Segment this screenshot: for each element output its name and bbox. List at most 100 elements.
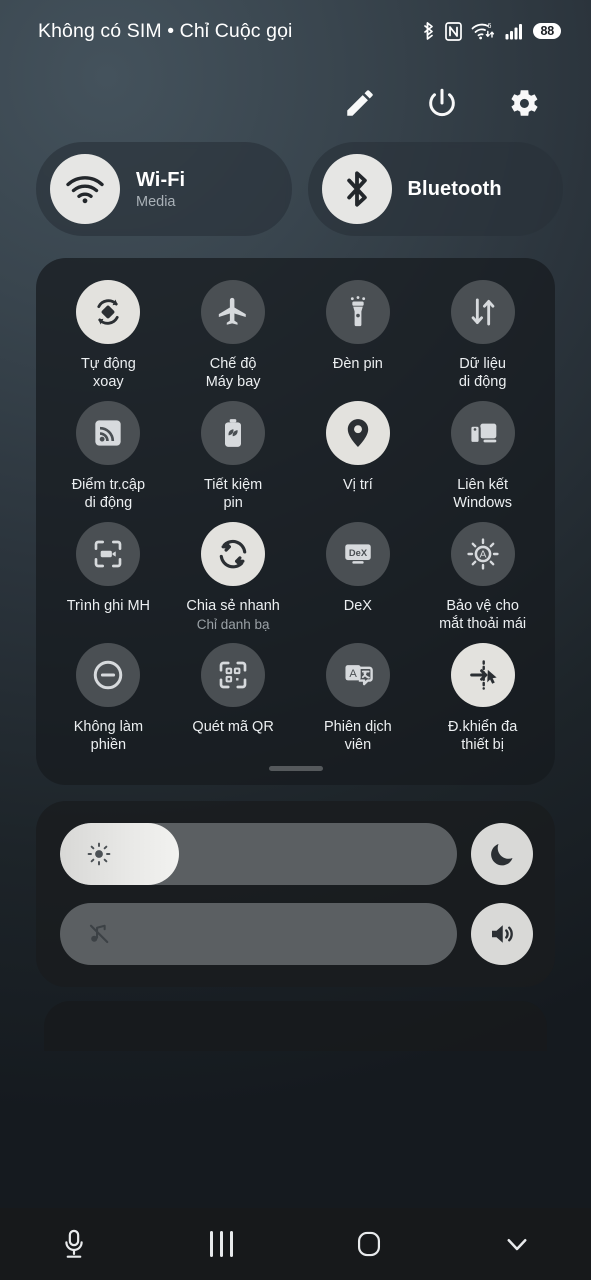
volume-slider[interactable] [60,903,457,965]
nfc-icon [445,21,463,41]
battery-saver-icon [225,419,242,447]
tile-location[interactable]: Vị trí [296,401,421,522]
tile-label: Điểm tr.cập di động [71,477,146,511]
tile-icon-circle: A [450,522,515,586]
carrier-label: Không có SIM • Chỉ Cuộc gọi [38,19,293,42]
tile-icon-circle [325,280,390,344]
svg-text:A: A [479,550,486,561]
tile-dex[interactable]: DeX DeX [296,522,421,643]
tile-scan-qr-code[interactable]: Quét mã QR [171,643,296,764]
tile-screen-recorder[interactable]: Trình ghi MH [46,522,171,643]
sound-mode-button[interactable] [471,903,533,965]
status-icons: 6 88 [421,21,561,41]
sliders-panel [36,801,555,987]
brightness-slider[interactable] [60,823,457,885]
bluetooth-tile-text: Bluetooth [408,178,502,201]
svg-text:A: A [349,668,357,680]
tile-icon-circle [201,401,266,465]
connectivity-row: Wi-Fi Media Bluetooth [0,122,591,236]
power-icon[interactable] [425,86,459,120]
voice-assistant-button[interactable] [0,1229,148,1259]
tile-label: Vị trí [342,477,373,493]
eye-comfort-icon: A [466,538,499,570]
tile-icon-circle [201,643,266,707]
wifi-tile-subtitle: Media [136,193,176,210]
quick-settings-tile-grid: Tự động xoay Chế độ Máy bay Đèn pin Dữ l… [46,280,545,764]
brightness-row [60,823,533,885]
location-pin-icon [347,419,369,447]
quick-share-icon [219,539,247,569]
battery-level-badge: 88 [533,23,561,39]
tile-icon-circle [325,401,390,465]
tile-auto-rotate[interactable]: Tự động xoay [46,280,171,401]
tile-quick-share[interactable]: Chia sẻ nhanh Chỉ danh bạ [171,522,296,643]
bluetooth-icon [346,171,367,207]
wifi-6-icon: 6 [472,23,495,40]
tile-label: Đèn pin [332,356,383,372]
wifi-tile-title: Wi-Fi [136,168,186,191]
home-button[interactable] [296,1229,444,1259]
tile-multi-device-control[interactable]: Đ.khiển đa thiết bị [420,643,545,764]
tile-label: Trình ghi MH [66,598,150,614]
bluetooth-tile-icon-circle [321,154,392,224]
recents-button[interactable] [148,1231,296,1257]
media-card-peek[interactable] [44,1001,547,1051]
collapse-button[interactable] [443,1229,591,1259]
tile-do-not-disturb[interactable]: Không làm phiền [46,643,171,764]
tile-label: Chế độ Máy bay [205,356,261,390]
tile-link-to-windows[interactable]: Liên kết Windows [420,401,545,522]
tile-mobile-hotspot[interactable]: Điểm tr.cập di động [46,401,171,522]
tile-icon-circle [450,280,515,344]
quick-settings-screen: Không có SIM • Chỉ Cuộc gọi 6 88 Wi-Fi M… [0,0,591,1280]
brightness-icon [87,842,111,866]
tile-label: Tiết kiệm pin [203,477,263,511]
volume-row [60,903,533,965]
recents-icon [210,1231,234,1257]
tile-icon-circle [76,401,141,465]
tile-battery-saver[interactable]: Tiết kiệm pin [171,401,296,522]
interpreter-icon: A [345,665,373,686]
wifi-tile-text: Wi-Fi Media [136,169,185,210]
svg-text:6: 6 [488,23,492,30]
wifi-icon [66,176,104,204]
gear-icon[interactable] [507,86,541,120]
multi-control-icon [469,660,497,690]
tile-label: Phiên dịch viên [324,719,392,753]
mobile-data-icon [471,298,494,326]
pencil-icon[interactable] [343,86,377,120]
tile-icon-circle [76,522,141,586]
tile-flashlight[interactable]: Đèn pin [296,280,421,401]
music-muted-icon [89,924,109,944]
tile-label: Bảo vệ cho mắt thoải mái [439,598,527,632]
tile-label: Liên kết Windows [453,477,513,511]
brightness-slider-fill [60,823,180,885]
tile-interpreter[interactable]: A Phiên dịch viên [296,643,421,764]
tile-icon-circle [201,280,266,344]
tile-icon-circle [76,643,141,707]
wifi-tile[interactable]: Wi-Fi Media [36,142,292,236]
airplane-icon [218,297,246,325]
bluetooth-tile[interactable]: Bluetooth [307,142,563,236]
panel-drag-handle[interactable] [268,766,323,771]
screen-recorder-icon [95,540,122,568]
bluetooth-icon [424,22,434,40]
do-not-disturb-icon [94,660,123,690]
tile-icon-circle: DeX [325,522,390,586]
tile-label: DeX [343,598,372,614]
navigation-bar [0,1208,591,1280]
tile-airplane-mode[interactable]: Chế độ Máy bay [171,280,296,401]
dex-icon: DeX [345,544,371,564]
qr-scan-icon [219,661,247,689]
tile-label: Dữ liệu di động [458,356,507,390]
hotspot-icon [95,420,122,446]
auto-rotate-icon [97,299,120,325]
tile-eye-comfort-shield[interactable]: A Bảo vệ cho mắt thoải mái [420,522,545,643]
dark-mode-button[interactable] [471,823,533,885]
speaker-icon [492,925,513,943]
tile-icon-circle [450,401,515,465]
quick-settings-panel: Tự động xoay Chế độ Máy bay Đèn pin Dữ l… [36,258,555,785]
tile-label: Chia sẻ nhanh [186,598,280,614]
wifi-tile-icon-circle [50,154,120,224]
tile-mobile-data[interactable]: Dữ liệu di động [420,280,545,401]
signal-bars-icon [505,24,523,40]
